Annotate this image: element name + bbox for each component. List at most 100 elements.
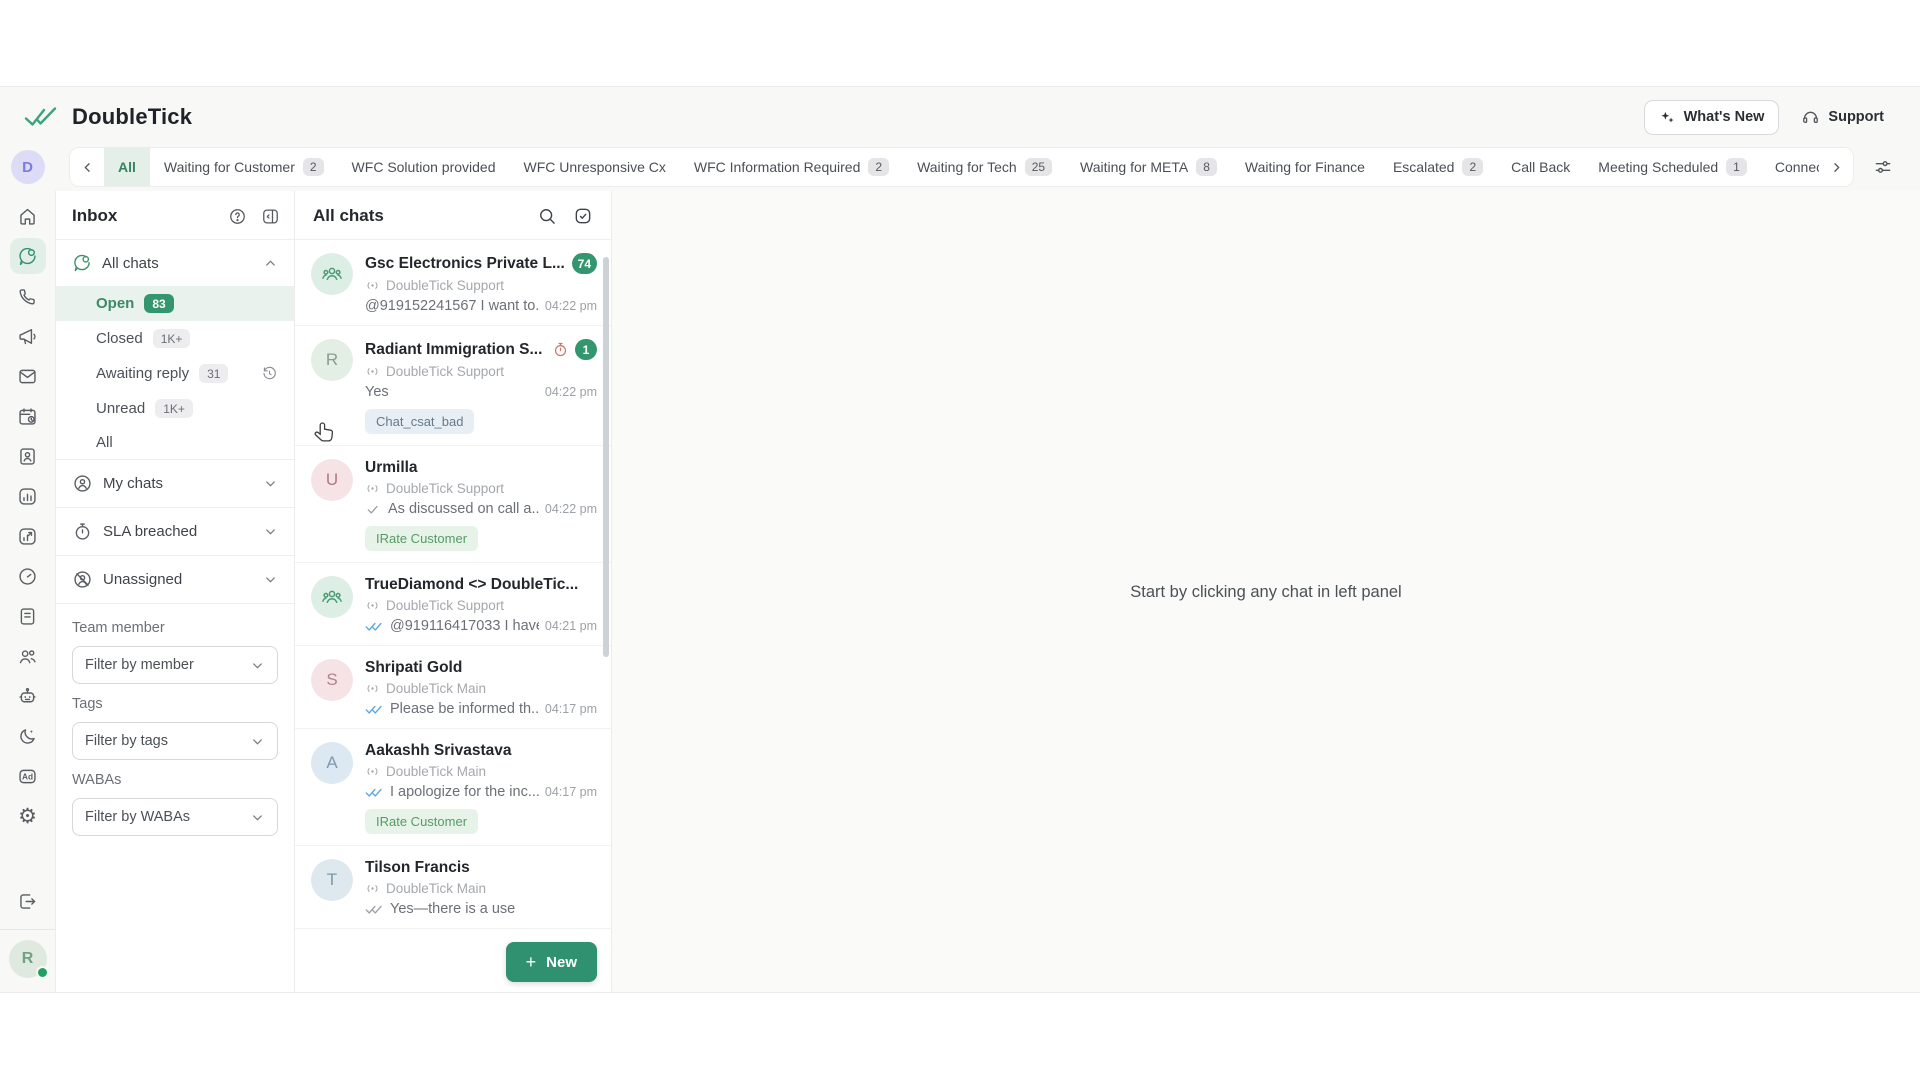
rail-team-icon[interactable] xyxy=(8,636,48,676)
tab-waiting-for-finance[interactable]: Waiting for Finance xyxy=(1231,148,1379,186)
rail-bot-icon[interactable] xyxy=(8,676,48,716)
chevron-down-icon xyxy=(250,734,265,749)
rail-chats-icon[interactable] xyxy=(8,236,48,276)
tab-settings-icon[interactable] xyxy=(1866,150,1900,184)
chat-tag: Chat_csat_bad xyxy=(365,409,474,434)
new-chat-button[interactable]: + New xyxy=(506,942,597,982)
chat-list-item[interactable]: TrueDiamond <> DoubleTic...DoubleTick Su… xyxy=(295,563,611,646)
tab-label: Waiting for Tech xyxy=(917,159,1017,175)
section-label: My chats xyxy=(103,475,253,492)
rail-gauge-icon[interactable] xyxy=(8,556,48,596)
rail-home-icon[interactable] xyxy=(8,196,48,236)
filter-select-wabas[interactable]: Filter by WABAs xyxy=(72,798,278,836)
tab-wfc-solution-provided[interactable]: WFC Solution provided xyxy=(338,148,510,186)
inbox-panel: Inbox xyxy=(55,191,295,993)
rail-mail-icon[interactable] xyxy=(8,356,48,396)
chevron-up-icon xyxy=(263,256,278,271)
avatar-initial: U xyxy=(326,470,338,490)
inbox-section-sla-breached[interactable]: SLA breached xyxy=(56,508,294,555)
avatar-initial: R xyxy=(326,350,338,370)
message-preview: Please be informed th... xyxy=(390,701,539,717)
avatar-initial: S xyxy=(326,670,337,690)
chat-list-item[interactable]: UUrmillaDoubleTick SupportAs discussed o… xyxy=(295,446,611,563)
tab-count-badge: 2 xyxy=(303,158,324,176)
workspace-avatar[interactable]: D xyxy=(11,150,45,184)
help-icon[interactable] xyxy=(228,207,247,226)
filter-select-tags[interactable]: Filter by tags xyxy=(72,722,278,760)
chat-list-item[interactable]: RRadiant Immigration S...1DoubleTick Sup… xyxy=(295,326,611,446)
tab-waiting-for-customer[interactable]: Waiting for Customer2 xyxy=(150,148,338,186)
rail-moon-sparkles-icon[interactable] xyxy=(8,716,48,756)
rail-calendar-clock-icon[interactable] xyxy=(8,396,48,436)
inbox-item-all[interactable]: All xyxy=(56,426,294,459)
filter-select-team-member[interactable]: Filter by member xyxy=(72,646,278,684)
chat-list-item[interactable]: Gsc Electronics Private L...74DoubleTick… xyxy=(295,240,611,326)
tab-waiting-for-meta[interactable]: Waiting for META8 xyxy=(1066,148,1231,186)
sparkles-icon xyxy=(1659,109,1676,126)
user-avatar[interactable]: R xyxy=(9,940,47,978)
tabs-scroll-left-button[interactable] xyxy=(70,148,104,186)
divider xyxy=(0,929,55,930)
count-badge: 83 xyxy=(144,294,173,313)
chat-name: Radiant Immigration S... xyxy=(365,341,546,359)
chat-list-panel: All chats Gsc E xyxy=(295,191,612,993)
tab-wfc-information-required[interactable]: WFC Information Required2 xyxy=(680,148,903,186)
select-chats-icon[interactable] xyxy=(573,206,593,226)
tab-wfc-unresponsive-cx[interactable]: WFC Unresponsive Cx xyxy=(510,148,680,186)
header-actions: What's New Support xyxy=(1644,100,1896,135)
online-status-dot xyxy=(36,966,49,979)
search-icon[interactable] xyxy=(537,206,557,226)
rail-ads-icon[interactable]: Ad xyxy=(8,756,48,796)
tab-strip: AllWaiting for Customer2 WFC Solution pro… xyxy=(69,147,1854,187)
inbox-item-unread[interactable]: Unread1K+ xyxy=(56,391,294,426)
chat-timestamp: 04:17 pm xyxy=(545,785,597,799)
rail-calls-icon[interactable] xyxy=(8,276,48,316)
inbox-section-my-chats[interactable]: My chats xyxy=(56,460,294,507)
page: DoubleTick What's New xyxy=(0,0,1920,1080)
count-badge: 31 xyxy=(199,364,228,383)
tab-count-badge: 1 xyxy=(1726,158,1747,176)
chat-list-item[interactable]: TTilson FrancisDoubleTick MainYes—there … xyxy=(295,846,611,929)
tab-count-badge: 8 xyxy=(1196,158,1217,176)
inbox-header: Inbox xyxy=(56,191,294,239)
whats-new-label: What's New xyxy=(1684,109,1765,125)
tab-call-back[interactable]: Call Back xyxy=(1497,148,1584,186)
filter-select-value: Filter by member xyxy=(85,657,250,673)
inbox-item-open[interactable]: Open83 xyxy=(56,286,294,321)
brand: DoubleTick xyxy=(24,104,192,130)
double-tick-icon xyxy=(365,620,384,633)
inbox-section-all-chats[interactable]: All chats xyxy=(56,240,294,286)
chat-list-item[interactable]: AAakashh SrivastavaDoubleTick MainI apol… xyxy=(295,729,611,846)
filter-select-value: Filter by tags xyxy=(85,733,250,749)
tab-connect-tomo[interactable]: Connect tomo xyxy=(1761,148,1819,186)
inbox-item-label: Unread xyxy=(96,400,145,417)
whats-new-button[interactable]: What's New xyxy=(1644,100,1780,135)
rail-contacts-icon[interactable] xyxy=(8,436,48,476)
history-icon[interactable] xyxy=(261,365,278,382)
support-button[interactable]: Support xyxy=(1789,100,1896,135)
inbox-item-closed[interactable]: Closed1K+ xyxy=(56,321,294,356)
rail-document-icon[interactable] xyxy=(8,596,48,636)
page-title: DoubleTick xyxy=(72,104,192,130)
rail-megaphone-icon[interactable] xyxy=(8,316,48,356)
tab-label: WFC Solution provided xyxy=(352,159,496,175)
rail-analytics-up-icon[interactable] xyxy=(8,516,48,556)
rail-logout-icon[interactable] xyxy=(8,881,48,921)
tab-escalated[interactable]: Escalated2 xyxy=(1379,148,1497,186)
chat-list-item[interactable]: SShripati GoldDoubleTick MainPlease be i… xyxy=(295,646,611,729)
rail-settings-icon[interactable]: ⚙ xyxy=(8,796,48,836)
tab-meeting-scheduled[interactable]: Meeting Scheduled1 xyxy=(1584,148,1761,186)
tab-all[interactable]: All xyxy=(104,148,150,186)
tab-label: Connect tomo xyxy=(1775,159,1819,175)
inbox-section-unassigned[interactable]: Unassigned xyxy=(56,556,294,603)
chat-list-scrollbar[interactable] xyxy=(603,257,609,657)
count-badge: 1K+ xyxy=(153,329,191,348)
message-preview: @919152241567 I want to... xyxy=(365,298,539,314)
collapse-panel-icon[interactable] xyxy=(261,207,280,226)
tabs-scroll-right-button[interactable] xyxy=(1819,148,1853,186)
rail-bar-chart-icon[interactable] xyxy=(8,476,48,516)
inbox-item-awaiting-reply[interactable]: Awaiting reply31 xyxy=(56,356,294,391)
tab-waiting-for-tech[interactable]: Waiting for Tech 25 xyxy=(903,148,1066,186)
nav-rail: Ad⚙ R xyxy=(0,191,55,993)
tab-count-badge: 25 xyxy=(1025,158,1052,176)
